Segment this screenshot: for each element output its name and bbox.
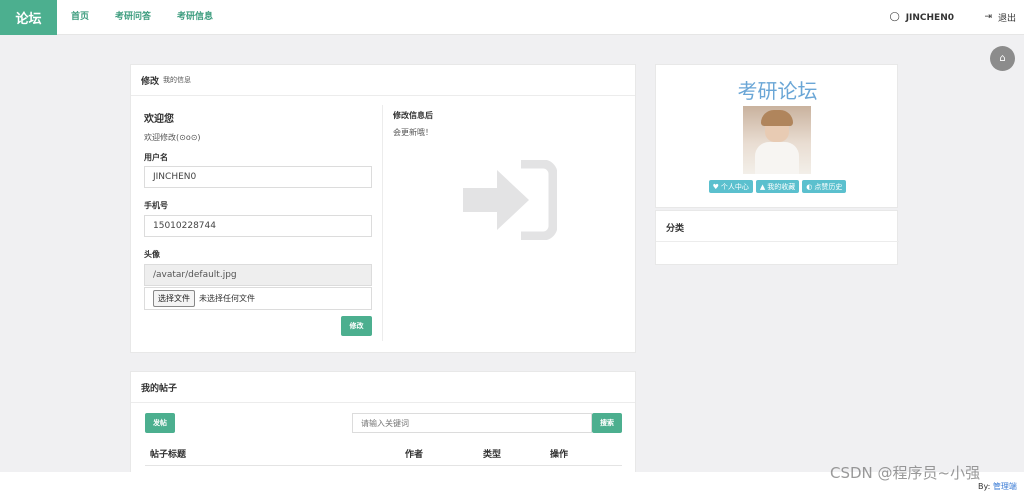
posts-panel-header: 我的帖子	[131, 372, 635, 403]
top-navbar: 论坛 首页 考研问答 考研信息 ◯ JINCHEN0 ⇥ 退出	[0, 0, 1024, 35]
adjust-icon: ◐	[806, 182, 813, 191]
avatar-file-picker: 选择文件 未选择任何文件	[144, 287, 372, 310]
user-circle-icon: ◯	[889, 12, 900, 22]
col-header-type: 类型	[483, 450, 502, 460]
admin-link[interactable]: 管理端	[993, 482, 1017, 491]
avatar-path-input: /avatar/default.jpg	[144, 264, 372, 286]
personal-center-tag[interactable]: ♥ 个人中心	[708, 180, 753, 193]
username-input[interactable]: JINCHEN0	[144, 166, 372, 188]
avatar	[743, 106, 811, 174]
nav-link-home[interactable]: 首页	[71, 0, 89, 35]
footer-by-label: By:	[978, 482, 991, 491]
nav-user[interactable]: ◯ JINCHEN0	[890, 0, 954, 35]
category-divider	[656, 241, 899, 242]
thumbs-up-icon: ▲	[759, 182, 766, 191]
search-input[interactable]	[352, 413, 592, 433]
phone-input[interactable]: 15010228744	[144, 215, 372, 237]
avatar-label: 头像	[144, 250, 160, 259]
logout-label: 退出	[997, 14, 1016, 24]
logout-link[interactable]: ⇥ 退出	[984, 0, 1016, 35]
home-icon: ⌂	[999, 53, 1006, 64]
edit-panel-title: 修改	[141, 76, 160, 87]
file-status-text: 未选择任何文件	[199, 294, 255, 303]
col-header-author: 作者	[405, 450, 424, 460]
submit-edit-button[interactable]: 修改	[341, 316, 372, 336]
nav-link-qa[interactable]: 考研问答	[115, 0, 151, 35]
sign-out-icon: ⇥	[984, 12, 992, 22]
nav-username: JINCHEN0	[905, 12, 954, 23]
csdn-watermark: CSDN @程序员~小强	[830, 464, 981, 482]
username-label: 用户名	[144, 153, 168, 162]
category-panel: 分类	[655, 210, 899, 265]
phone-label: 手机号	[144, 201, 168, 210]
welcome-subtext: 欢迎修改(⊙o⊙)	[144, 133, 201, 142]
panel-divider	[382, 105, 383, 341]
heart-icon: ♥	[712, 182, 719, 191]
profile-tags: ♥ 个人中心 ▲ 我的收藏 ◐ 点赞历史	[656, 180, 899, 193]
profile-panel: 考研论坛 ♥ 个人中心 ▲ 我的收藏 ◐ 点赞历史	[655, 64, 898, 208]
posts-panel-title: 我的帖子	[141, 383, 178, 394]
choose-file-button[interactable]: 选择文件	[153, 290, 195, 307]
nav-link-info[interactable]: 考研信息	[177, 0, 213, 35]
new-post-button[interactable]: 发帖	[145, 413, 175, 433]
category-title: 分类	[666, 224, 685, 234]
edit-panel-header: 修改 我的信息	[131, 65, 635, 96]
search-button[interactable]: 搜索	[592, 413, 622, 433]
edit-panel-subtitle: 我的信息	[163, 76, 192, 84]
brand-logo[interactable]: 论坛	[0, 0, 57, 35]
right-info-title: 修改信息后	[393, 111, 433, 120]
col-header-actions: 操作	[550, 450, 569, 460]
site-title: 考研论坛	[737, 79, 818, 103]
my-posts-panel: 我的帖子 发帖 搜索 帖子标题 作者 类型 操作	[130, 371, 636, 481]
my-favorites-tag[interactable]: ▲ 我的收藏	[755, 180, 800, 193]
home-icon-button[interactable]: ⌂	[990, 46, 1015, 71]
footer-by: By: 管理端	[978, 481, 1017, 492]
welcome-heading: 欢迎您	[144, 114, 174, 125]
sign-in-icon	[463, 160, 557, 240]
table-header-divider	[145, 465, 622, 466]
right-info-sub: 会更新哦！	[393, 128, 433, 137]
like-history-tag[interactable]: ◐ 点赞历史	[802, 180, 847, 193]
edit-info-panel: 修改 我的信息 欢迎您 欢迎修改(⊙o⊙) 用户名 JINCHEN0 手机号 1…	[130, 64, 636, 353]
col-header-title: 帖子标题	[150, 450, 187, 460]
